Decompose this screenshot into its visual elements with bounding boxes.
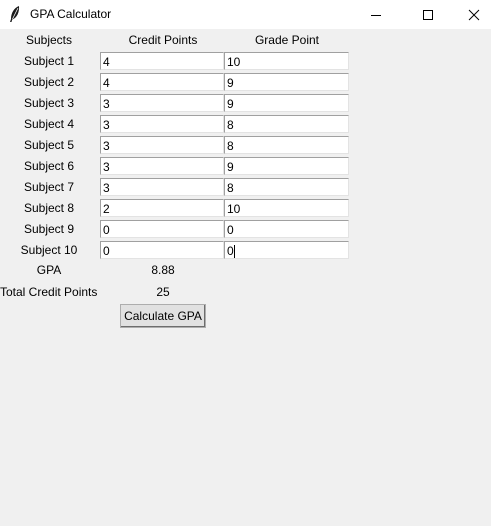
title-bar: GPA Calculator xyxy=(0,0,491,29)
minimize-button[interactable] xyxy=(353,0,399,29)
subject-label: Subject 7 xyxy=(23,180,75,194)
subject-label: Subject 1 xyxy=(23,54,75,68)
grade-input[interactable]: 9 xyxy=(224,94,349,112)
credit-points-header: Credit Points xyxy=(128,33,198,47)
grade-input[interactable]: 8 xyxy=(224,136,349,154)
window-title: GPA Calculator xyxy=(30,7,112,21)
grade-input[interactable]: 8 xyxy=(224,178,349,196)
credit-input[interactable]: 0 xyxy=(100,241,224,259)
credit-input[interactable]: 0 xyxy=(100,220,224,238)
maximize-icon xyxy=(423,9,433,20)
subject-label: Subject 9 xyxy=(23,222,75,236)
credit-input[interactable]: 4 xyxy=(100,73,224,91)
text-cursor xyxy=(233,244,235,258)
grade-input[interactable]: 9 xyxy=(224,157,349,175)
close-icon xyxy=(468,9,480,20)
subject-label: Subject 2 xyxy=(23,75,75,89)
subject-label: Subject 10 xyxy=(20,243,78,257)
grade-point-header: Grade Point xyxy=(254,33,320,47)
credit-input[interactable]: 3 xyxy=(100,178,224,196)
credit-input[interactable]: 3 xyxy=(100,136,224,154)
total-credit-points-label: Total Credit Points xyxy=(0,285,98,299)
grade-input[interactable]: 10 xyxy=(224,52,349,70)
subject-label: Subject 8 xyxy=(23,201,75,215)
close-button[interactable] xyxy=(451,0,491,29)
credit-input[interactable]: 3 xyxy=(100,94,224,112)
subjects-header: Subjects xyxy=(25,33,73,47)
minimize-icon xyxy=(371,14,381,16)
subject-label: Subject 5 xyxy=(23,138,75,152)
grade-input[interactable]: 10 xyxy=(224,199,349,217)
subject-label: Subject 6 xyxy=(23,159,75,173)
grade-input[interactable]: 8 xyxy=(224,115,349,133)
grade-input-value: 0 xyxy=(227,244,234,258)
feather-icon xyxy=(7,5,23,23)
maximize-button[interactable] xyxy=(405,0,451,29)
subject-label: Subject 4 xyxy=(23,117,75,131)
subject-label: Subject 3 xyxy=(23,96,75,110)
grade-input[interactable]: 9 xyxy=(224,73,349,91)
credit-input[interactable]: 3 xyxy=(100,115,224,133)
grade-input-focused[interactable]: 0 xyxy=(224,241,349,259)
credit-input[interactable]: 3 xyxy=(100,157,224,175)
total-credit-points-value: 25 xyxy=(156,285,170,299)
gpa-label: GPA xyxy=(36,263,62,277)
grade-input[interactable]: 0 xyxy=(224,220,349,238)
gpa-value: 8.88 xyxy=(151,263,175,277)
credit-input[interactable]: 2 xyxy=(100,199,224,217)
calculate-gpa-button[interactable]: Calculate GPA xyxy=(120,304,206,328)
credit-input[interactable]: 4 xyxy=(100,52,224,70)
